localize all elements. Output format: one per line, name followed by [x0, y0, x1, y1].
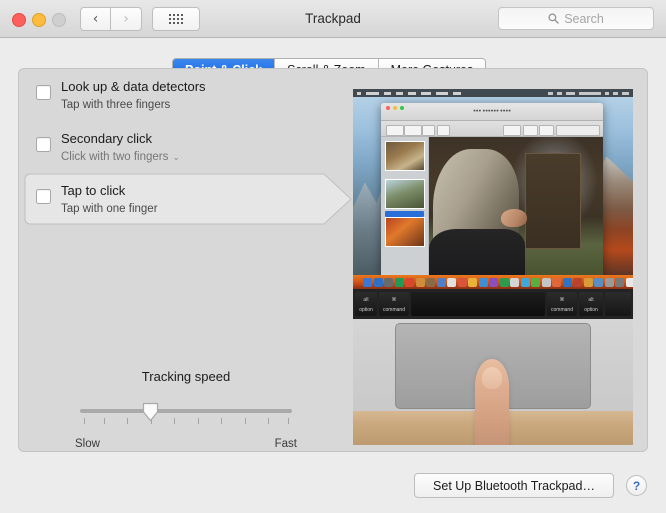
option-text-look-up: Look up & data detectors Tap with three …: [61, 79, 206, 113]
window-titlebar: ‹ › Trackpad Search: [0, 0, 666, 38]
key-label: command: [383, 307, 405, 313]
key-label: option: [359, 307, 373, 313]
preview-key-command-right: ⌘ command: [547, 292, 577, 316]
option-row-secondary-click[interactable]: Secondary click Click with two fingers ⌄: [19, 121, 353, 173]
preview-thumbnail: [385, 141, 425, 171]
preview-thumbnail: [385, 217, 425, 247]
menubar-menus: [357, 91, 461, 95]
checkbox-secondary-click[interactable]: [36, 137, 51, 152]
option-title: Secondary click: [61, 131, 153, 146]
tracking-speed-label: Tracking speed: [141, 369, 231, 384]
preview-photo-chair: [525, 153, 581, 249]
gesture-preview-video: ●●● ●●●●●● ●●●● alt option ⌘ command ⌘ c…: [353, 89, 633, 445]
setup-bluetooth-trackpad-button[interactable]: Set Up Bluetooth Trackpad…: [414, 473, 614, 498]
preview-photos-window: ●●● ●●●●●● ●●●●: [381, 103, 603, 275]
option-subtitle: Tap with three fingers: [61, 99, 171, 111]
slider-tick-marks: [80, 418, 292, 425]
preferences-panel: Look up & data detectors Tap with three …: [18, 68, 648, 452]
option-row-look-up[interactable]: Look up & data detectors Tap with three …: [19, 69, 353, 121]
option-text-tap-to-click: Tap to click Tap with one finger: [61, 183, 158, 217]
slider-end-labels: Slow Fast: [75, 438, 297, 451]
option-title: Tap to click: [61, 183, 126, 198]
preview-key-alt-right: alt option: [579, 292, 603, 316]
checkbox-look-up[interactable]: [36, 85, 51, 100]
key-symbol: alt: [363, 297, 369, 303]
option-subtitle: Click with two fingers: [61, 151, 169, 163]
preview-finger: [475, 359, 509, 445]
slider-min-label: Slow: [75, 438, 100, 450]
key-symbol: ⌘: [391, 297, 397, 303]
preview-photo-person-legs: [429, 229, 525, 275]
key-label: option: [584, 307, 598, 313]
preview-laptop-base: [353, 319, 633, 445]
key-label: command: [551, 307, 573, 313]
preview-key-extra: [605, 292, 631, 316]
preview-photo-hand: [501, 209, 527, 227]
slider-knob[interactable]: [142, 402, 159, 422]
preview-dock: [353, 275, 633, 289]
preview-fingernail: [482, 367, 502, 389]
search-icon: [548, 13, 559, 24]
option-text-secondary-click: Secondary click Click with two fingers ⌄: [61, 131, 180, 165]
tracking-speed-slider[interactable]: [80, 398, 292, 432]
option-subtitle: Tap with one finger: [61, 203, 158, 215]
preview-key-space: [411, 292, 545, 316]
preview-photo-campfire: [429, 137, 603, 275]
preview-photos-sidebar: [381, 137, 429, 275]
search-input[interactable]: Search: [498, 7, 654, 30]
slider-track[interactable]: [80, 409, 292, 413]
checkbox-tap-to-click[interactable]: [36, 189, 51, 204]
chevron-down-icon: ⌄: [172, 152, 180, 162]
preview-thumbnail: [385, 179, 425, 209]
option-popup-menu[interactable]: Click with two fingers ⌄: [61, 150, 180, 165]
preview-window-titlebar: ●●● ●●●●●● ●●●●: [381, 103, 603, 121]
preview-keyboard: alt option ⌘ command ⌘ command alt optio…: [353, 275, 633, 319]
preview-menubar: [353, 89, 633, 97]
menubar-status-items: [548, 91, 629, 95]
slider-max-label: Fast: [274, 438, 297, 450]
preview-desktop: ●●● ●●●●●● ●●●●: [353, 89, 633, 275]
gesture-options-list: Look up & data detectors Tap with three …: [19, 69, 353, 225]
help-button[interactable]: ?: [626, 475, 647, 496]
preview-window-toolbar: [381, 121, 603, 137]
search-placeholder: Search: [564, 11, 604, 26]
preview-key-row: alt option ⌘ command ⌘ command alt optio…: [353, 289, 633, 319]
preview-key-command-left: ⌘ command: [379, 292, 409, 316]
key-symbol: ⌘: [559, 297, 565, 303]
tracking-speed-section: Tracking speed Slow Fast: [19, 369, 353, 451]
option-title: Look up & data detectors: [61, 79, 206, 94]
key-symbol: alt: [588, 297, 594, 303]
option-row-tap-to-click[interactable]: Tap to click Tap with one finger: [19, 173, 353, 225]
preview-key-alt-left: alt option: [355, 292, 377, 316]
preview-window-title: ●●● ●●●●●● ●●●●: [473, 108, 511, 113]
